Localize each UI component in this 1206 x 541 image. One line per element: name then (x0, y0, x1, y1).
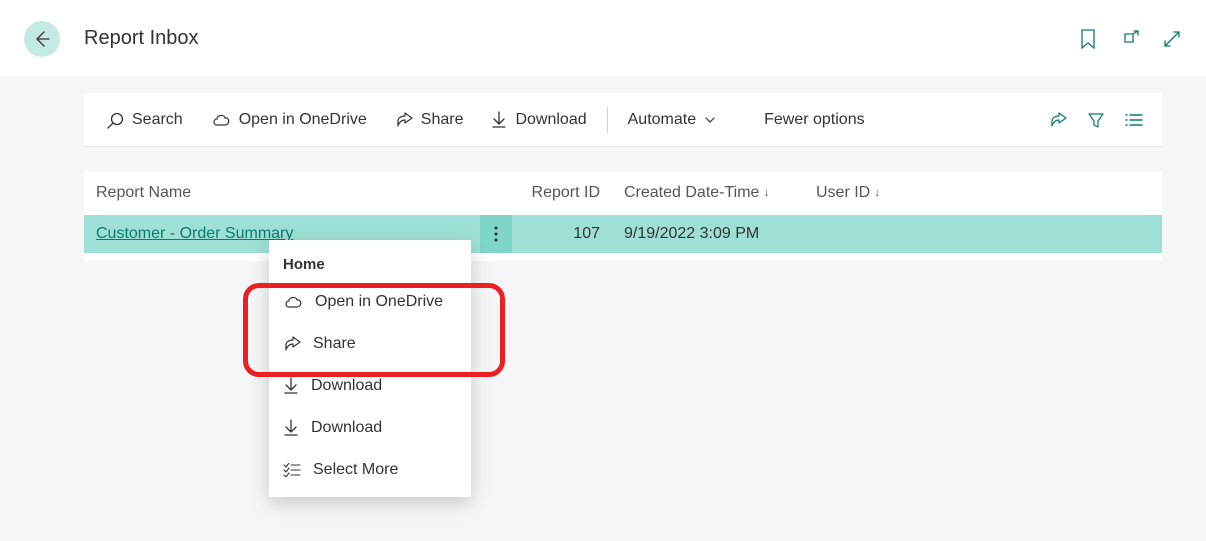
cloud-icon (211, 113, 231, 127)
download-icon (491, 111, 507, 129)
fewer-options-label: Fewer options (764, 111, 865, 129)
ctx-onedrive-label: Open in OneDrive (315, 293, 443, 311)
vertical-dots-icon (494, 226, 498, 242)
sort-down-icon: ↓ (874, 185, 880, 199)
download-icon (283, 377, 299, 395)
search-button[interactable]: Search (92, 111, 197, 129)
open-onedrive-button[interactable]: Open in OneDrive (197, 111, 381, 129)
bookmark-button[interactable] (1078, 29, 1098, 49)
share-icon (1049, 112, 1067, 128)
chevron-down-icon (704, 116, 716, 124)
filter-button[interactable] (1086, 110, 1106, 130)
column-report-name[interactable]: Report Name (94, 184, 526, 202)
download-button[interactable]: Download (477, 111, 600, 129)
share-label: Share (421, 111, 464, 129)
search-icon (106, 111, 124, 129)
context-menu-header: Home (269, 246, 471, 281)
column-user-id[interactable]: User ID↓ (808, 184, 928, 202)
ctx-open-onedrive[interactable]: Open in OneDrive (269, 281, 471, 323)
table-row[interactable]: Customer - Order Summary 107 9/19/2022 3… (84, 215, 1162, 253)
open-new-window-button[interactable] (1120, 29, 1140, 49)
ctx-download2-label: Download (311, 419, 382, 437)
row-context-menu: Home Open in OneDrive Share Download Dow… (269, 240, 471, 497)
share-icon (283, 336, 301, 352)
list-view-button[interactable] (1124, 110, 1144, 130)
toolbar-separator (607, 107, 608, 133)
page-title: Report Inbox (84, 27, 199, 50)
expand-button[interactable] (1162, 29, 1182, 49)
arrow-left-icon (32, 29, 52, 49)
ctx-download1-label: Download (311, 377, 382, 395)
ctx-select-more[interactable]: Select More (269, 449, 471, 491)
ctx-share[interactable]: Share (269, 323, 471, 365)
onedrive-label: Open in OneDrive (239, 111, 367, 129)
search-label: Search (132, 111, 183, 129)
ctx-download-1[interactable]: Download (269, 365, 471, 407)
report-table: Report Name Report ID Created Date-Time↓… (84, 171, 1162, 261)
report-name-link[interactable]: Customer - Order Summary (96, 225, 293, 243)
top-bar: Report Inbox (0, 0, 1206, 77)
share-page-button[interactable] (1048, 110, 1068, 130)
share-button[interactable]: Share (381, 111, 478, 129)
automate-label: Automate (628, 111, 696, 129)
fewer-options-button[interactable]: Fewer options (750, 111, 879, 129)
column-report-id[interactable]: Report ID (526, 184, 616, 202)
open-new-window-icon (1121, 30, 1139, 48)
select-more-icon (283, 463, 301, 477)
row-more-button[interactable] (480, 215, 512, 253)
ctx-selectmore-label: Select More (313, 461, 398, 479)
column-created-date[interactable]: Created Date-Time↓ (616, 184, 808, 202)
report-id-cell: 107 (526, 225, 616, 243)
automate-dropdown[interactable]: Automate (614, 111, 730, 129)
ctx-share-label: Share (313, 335, 356, 353)
back-button[interactable] (24, 21, 60, 57)
download-label: Download (515, 111, 586, 129)
created-date-cell: 9/19/2022 3:09 PM (616, 225, 808, 243)
toolbar: Search Open in OneDrive Share Download A… (84, 93, 1162, 147)
sort-down-icon: ↓ (763, 185, 769, 199)
download-icon (283, 419, 299, 437)
cloud-icon (283, 295, 303, 309)
filter-icon (1087, 111, 1105, 129)
bookmark-icon (1080, 29, 1096, 49)
expand-icon (1163, 30, 1181, 48)
table-header: Report Name Report ID Created Date-Time↓… (84, 171, 1162, 215)
share-icon (395, 112, 413, 128)
ctx-download-2[interactable]: Download (269, 407, 471, 449)
list-icon (1125, 113, 1143, 127)
